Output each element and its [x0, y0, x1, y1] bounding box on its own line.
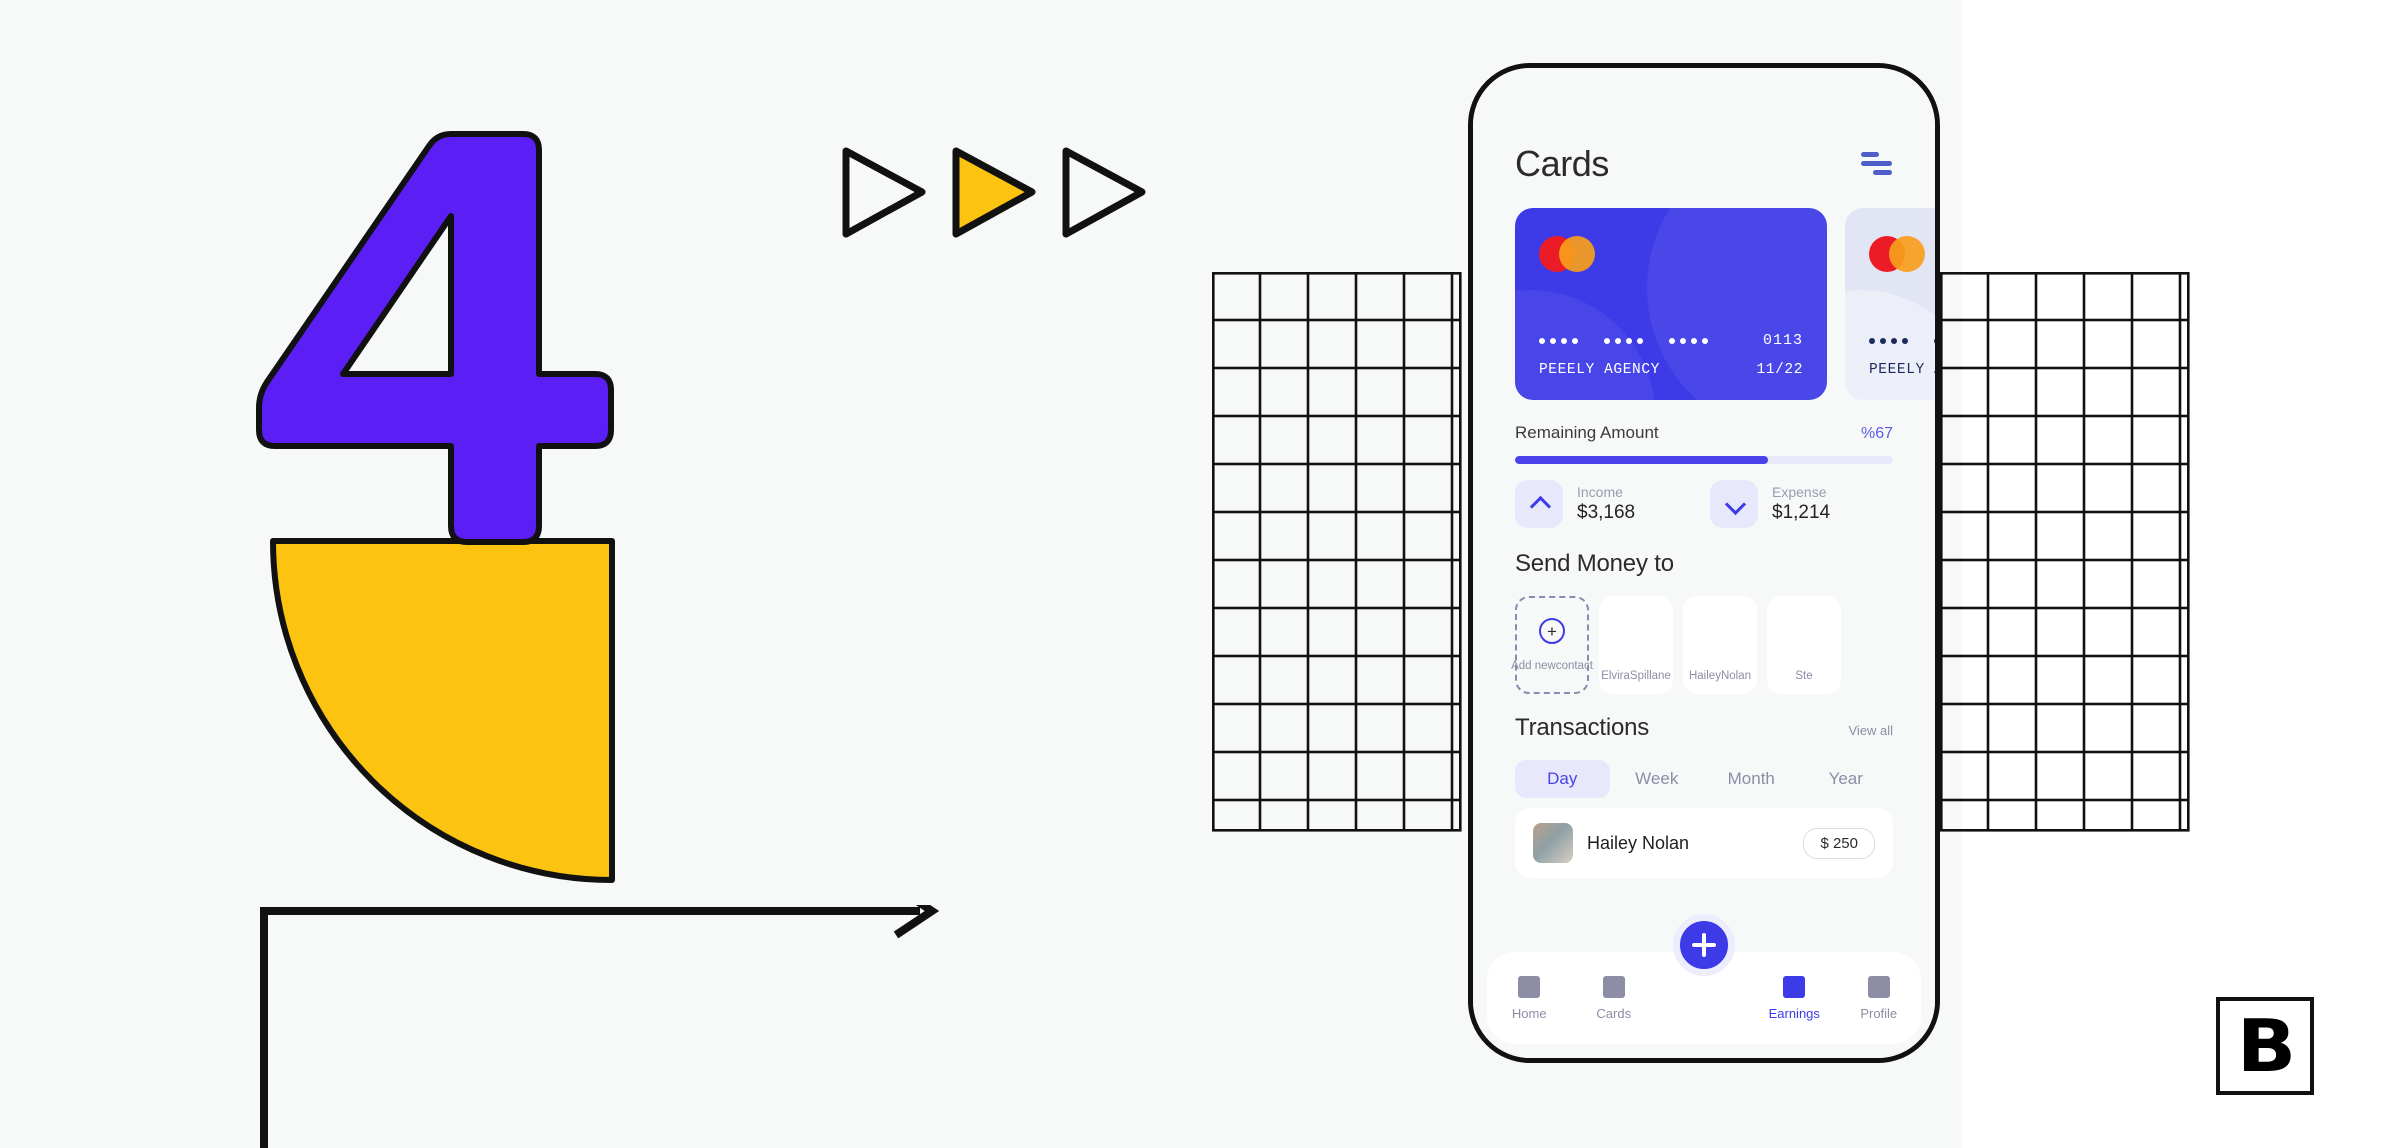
quarter-circle-shape — [270, 538, 615, 883]
bank-card[interactable]: 0113 PEEELY AGENCY 11/22 — [1845, 208, 1935, 400]
elbow-arrow — [260, 905, 940, 1148]
expense-label: Expense — [1772, 484, 1827, 500]
contact-item[interactable]: Ste — [1767, 596, 1841, 694]
brand-logo-letter: B — [2236, 1004, 2295, 1088]
earnings-icon — [1783, 975, 1806, 998]
add-contact-label: Add newcontact — [1511, 660, 1593, 672]
transaction-amount: $ 250 — [1803, 827, 1875, 859]
play-triangle-filled-icon — [952, 147, 1036, 238]
cards-carousel[interactable]: 0113 PEEELY AGENCY 11/22 PEEELY — [1515, 208, 1935, 400]
page-title: Cards — [1515, 143, 1610, 184]
mastercard-icon — [1869, 236, 1925, 272]
arrow-down-icon — [1710, 480, 1758, 528]
remaining-amount-section: Remaining Amount %67 — [1515, 423, 1893, 464]
contacts-list[interactable]: + Add newcontact ElviraSpillane HaileyNo… — [1511, 596, 1841, 694]
card-number: 0113 — [1539, 332, 1803, 349]
plus-icon — [1692, 933, 1716, 957]
transactions-title: Transactions — [1515, 714, 1650, 741]
transaction-name: Hailey Nolan — [1587, 832, 1690, 853]
arrow-up-icon — [1515, 480, 1563, 528]
play-triangle-outline-icon — [842, 147, 926, 238]
grid-pattern-left — [1212, 272, 1462, 832]
remaining-amount-percent: %67 — [1860, 425, 1893, 442]
card-number: 0113 — [1869, 332, 1935, 349]
mastercard-icon — [1539, 236, 1595, 272]
transactions-header: Transactions View all — [1515, 714, 1893, 742]
screenshot-stage: B Cards 0113 PEEELY AGENCY 11/22 PEEELY … — [0, 0, 2399, 1148]
nav-label: Earnings — [1768, 1005, 1820, 1021]
menu-icon[interactable] — [1861, 152, 1893, 176]
app-header: Cards — [1515, 143, 1893, 185]
avatar — [1533, 823, 1573, 863]
expense-stat[interactable]: Expense $1,214 — [1710, 480, 1893, 528]
bottom-navigation: Home Cards Earnings Profile — [1487, 914, 1922, 1044]
income-stat[interactable]: Income $3,168 — [1515, 480, 1698, 528]
card-last4: 0113 — [1762, 332, 1803, 349]
view-all-link[interactable]: View all — [1848, 723, 1893, 738]
brand-logo-box: B — [2216, 997, 2314, 1095]
grid-pattern-right — [1940, 272, 2190, 832]
income-value: $3,168 — [1577, 502, 1636, 523]
nav-label: Profile — [1860, 1005, 1898, 1021]
income-label: Income — [1577, 484, 1623, 500]
card-holder: PEEELY AGENCY — [1869, 362, 1935, 378]
phone-screen: Cards 0113 PEEELY AGENCY 11/22 PEEELY Re… — [1473, 68, 1935, 1058]
tab-month[interactable]: Month — [1704, 760, 1799, 798]
nav-label: Home — [1511, 1005, 1547, 1021]
add-fab-button[interactable] — [1673, 914, 1735, 976]
bank-card[interactable]: 0113 PEEELY AGENCY 11/22 — [1515, 208, 1827, 400]
card-holder: PEEELY AGENCY — [1539, 362, 1660, 378]
remaining-amount-label: Remaining Amount — [1515, 423, 1659, 442]
contact-name: ElviraSpillane — [1601, 670, 1671, 682]
contact-name: Ste — [1795, 670, 1813, 682]
contact-item[interactable]: ElviraSpillane — [1599, 596, 1673, 694]
contact-name: HaileyNolan — [1688, 670, 1751, 682]
play-triangle-outline-icon — [1062, 147, 1146, 238]
decorative-numeral-four — [256, 131, 614, 545]
nav-item-cards[interactable]: Cards — [1572, 975, 1657, 1021]
cards-icon — [1602, 975, 1625, 998]
play-triangle-row — [842, 147, 1146, 238]
progress-bar — [1515, 456, 1893, 464]
tab-day[interactable]: Day — [1515, 760, 1610, 798]
expense-value: $1,214 — [1772, 502, 1831, 523]
tab-year[interactable]: Year — [1799, 760, 1894, 798]
add-new-contact-button[interactable]: + Add newcontact — [1511, 596, 1593, 694]
profile-icon — [1867, 975, 1890, 998]
transactions-tabs[interactable]: Day Week Month Year — [1515, 760, 1893, 798]
nav-item-home[interactable]: Home — [1487, 975, 1572, 1021]
phone-mockup: Cards 0113 PEEELY AGENCY 11/22 PEEELY Re… — [1468, 63, 1940, 1063]
nav-item-earnings[interactable]: Earnings — [1752, 975, 1837, 1021]
progress-bar-fill — [1515, 456, 1769, 464]
transaction-row[interactable]: Hailey Nolan $ 250 — [1515, 808, 1893, 878]
nav-label: Cards — [1596, 1005, 1632, 1021]
home-icon — [1518, 975, 1541, 998]
card-expiry: 11/22 — [1756, 362, 1803, 378]
tab-week[interactable]: Week — [1610, 760, 1705, 798]
contact-item[interactable]: HaileyNolan — [1683, 596, 1757, 694]
nav-item-profile[interactable]: Profile — [1837, 975, 1922, 1021]
plus-icon: + — [1539, 618, 1565, 644]
income-expense-row: Income $3,168 Expense $1,214 — [1515, 480, 1893, 528]
send-money-title: Send Money to — [1515, 550, 1674, 577]
